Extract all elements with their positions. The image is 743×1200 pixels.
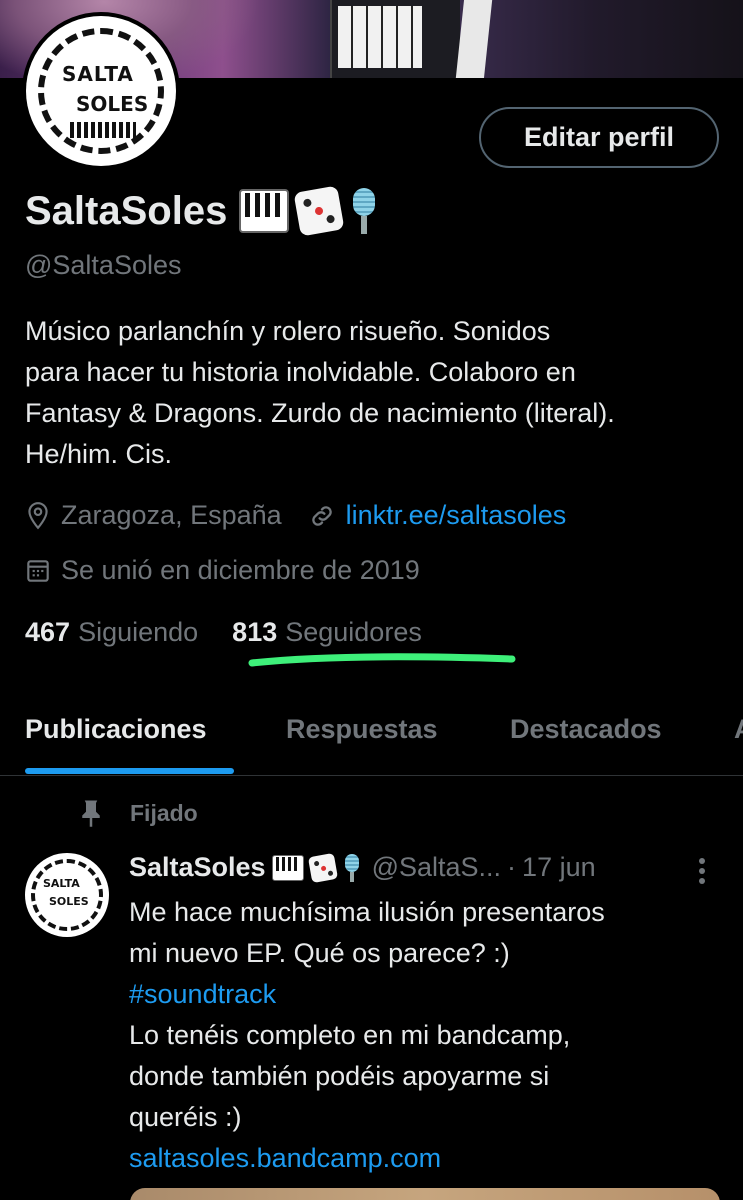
following-stat[interactable]: 467 Siguiendo (25, 617, 198, 648)
tab-destacados[interactable]: Destacados (510, 714, 662, 745)
pin-icon (82, 800, 100, 827)
tab-publicaciones[interactable]: Publicaciones (25, 714, 207, 745)
profile-tabs: Publicaciones Respuestas Destacados A (0, 700, 743, 776)
calendar-icon (27, 559, 49, 582)
post-text-line: queréis :) (129, 1102, 242, 1132)
post-text-line: Me hace muchísima ilusión presentaros (129, 897, 605, 927)
dice-emoji-icon (307, 852, 338, 883)
profile-bio: Músico parlanchín y rolero risueño. Soni… (25, 311, 725, 475)
post-separator: · (507, 852, 517, 882)
piano-emoji-icon (239, 189, 290, 233)
profile-avatar[interactable]: SALTA SOLES (22, 12, 180, 170)
microphone-emoji-icon (344, 853, 360, 882)
dice-emoji-icon (293, 185, 345, 237)
avatar-logo-keys (70, 122, 136, 138)
following-count: 467 (25, 617, 71, 647)
post-hashtag-link[interactable]: #soundtrack (129, 974, 729, 1015)
post-header: SaltaSoles @SaltaS... · 17 jun (129, 852, 596, 883)
banner-accordion-keys (338, 6, 422, 68)
bio-line: Músico parlanchín y rolero risueño. Soni… (25, 316, 551, 346)
more-options-icon[interactable] (694, 856, 710, 886)
followers-highlight-underline (248, 653, 516, 667)
pinned-label: Fijado (130, 799, 198, 826)
bio-line: para hacer tu historia inolvidable. Cola… (25, 357, 576, 387)
edit-profile-button[interactable]: Editar perfil (479, 107, 719, 168)
profile-joined-date: Se unió en diciembre de 2019 (61, 555, 420, 585)
post-author-avatar[interactable]: SALTA SOLES (25, 853, 109, 937)
post-date[interactable]: 17 jun (522, 852, 596, 883)
post-text-line: mi nuevo EP. Qué os parece? :) (129, 938, 510, 968)
post-avatar-text-top: SALTA (43, 877, 80, 890)
profile-website-link[interactable]: linktr.ee/saltasoles (346, 500, 567, 531)
post-bandcamp-link[interactable]: saltasoles.bandcamp.com (129, 1138, 729, 1179)
profile-stats: 467 Siguiendo 813 Seguidores (25, 617, 422, 648)
followers-label: Seguidores (285, 617, 422, 647)
avatar-logo-text-bottom: SOLES (76, 92, 149, 116)
display-name: SaltaSoles (25, 188, 228, 233)
following-label: Siguiendo (78, 617, 199, 647)
bio-line: Fantasy & Dragons. Zurdo de nacimiento (… (25, 398, 615, 428)
post-author-name[interactable]: SaltaSoles (129, 852, 266, 883)
display-name-row: SaltaSoles (25, 185, 377, 237)
post-media-preview[interactable] (130, 1188, 720, 1200)
profile-location: Zaragoza, España (61, 500, 282, 530)
post-text-line: Lo tenéis completo en mi bandcamp, (129, 1020, 571, 1050)
banner-strap (455, 0, 493, 78)
profile-meta-location-row: Zaragoza, España linktr.ee/saltasoles (25, 500, 566, 531)
post-text-line: donde también podéis apoyarme si (129, 1061, 550, 1091)
profile-meta-joined-row: Se unió en diciembre de 2019 (25, 555, 420, 586)
pinned-indicator: Fijado (78, 798, 198, 828)
piano-emoji-icon (271, 854, 304, 881)
followers-count: 813 (232, 617, 278, 647)
post-author-handle[interactable]: @SaltaS... (372, 852, 501, 883)
microphone-emoji-icon (351, 188, 377, 234)
avatar-logo: SALTA SOLES (26, 16, 176, 166)
profile-handle: @SaltaSoles (25, 250, 182, 280)
tab-respuestas[interactable]: Respuestas (286, 714, 438, 745)
link-icon (311, 505, 332, 526)
followers-stat[interactable]: 813 Seguidores (232, 617, 422, 648)
bio-line: He/him. Cis. (25, 439, 173, 469)
active-tab-indicator (25, 768, 234, 774)
post-avatar-text-bottom: SOLES (49, 895, 89, 908)
location-pin-icon (28, 501, 48, 529)
tab-overflow[interactable]: A (734, 714, 743, 745)
avatar-logo-text-top: SALTA (62, 62, 134, 86)
post-body: Me hace muchísima ilusión presentaros mi… (129, 892, 729, 1179)
